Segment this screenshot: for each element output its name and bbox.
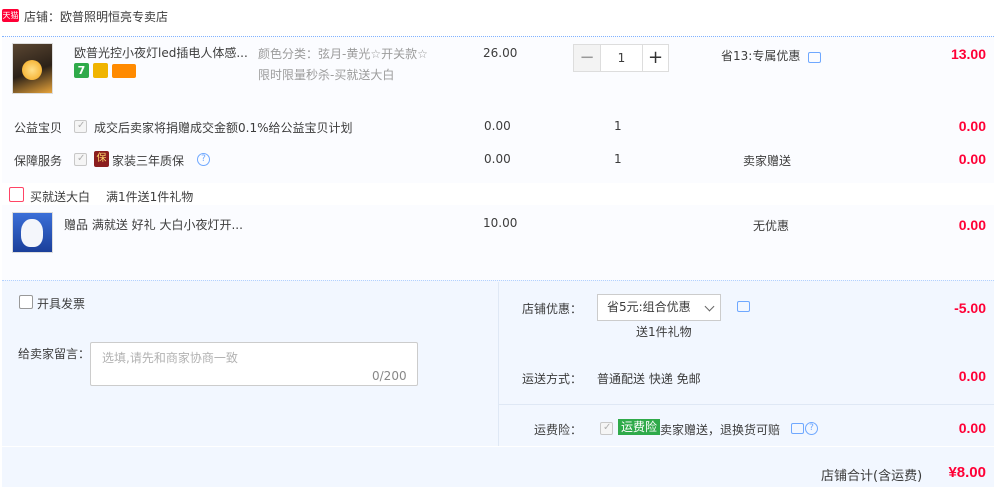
gift-thumbnail-figure xyxy=(21,219,43,247)
sku-line1: 颜色分类：弦月-黄光☆开关款☆ xyxy=(258,47,428,61)
insurance-checkbox xyxy=(600,422,613,435)
guarantee-label: 保障服务 xyxy=(14,154,63,168)
guarantee-qty: 1 xyxy=(614,152,622,166)
shop-discount-value: 省5元:组合优惠 xyxy=(607,300,691,314)
vertical-divider xyxy=(498,282,499,446)
promo-desc: 满1件送1件礼物 xyxy=(106,190,194,204)
shop-discount-label: 店铺优惠： xyxy=(522,302,583,316)
charity-price: 0.00 xyxy=(484,119,511,133)
product-discount: 省13:专属优惠 xyxy=(721,49,801,63)
gift-title[interactable]: 赠品 满就送 好礼 大白小夜灯开... xyxy=(64,216,243,233)
guarantee-desc[interactable]: 家装三年质保 xyxy=(112,152,184,169)
shop-name[interactable]: 店铺：欧普照明恒亮专卖店 xyxy=(24,8,168,25)
help-icon[interactable]: ? xyxy=(197,153,210,166)
qty-minus-button[interactable]: − xyxy=(574,45,600,71)
guarantee-subtotal: 0.00 xyxy=(958,151,986,167)
charity-desc: 成交后卖家将捐赠成交金额0.1%给公益宝贝计划 xyxy=(94,121,353,135)
sku-line2: 限时限量秒杀-买就送大白 xyxy=(258,68,395,82)
charity-subtotal: 0.00 xyxy=(958,118,986,134)
shop-header: 天猫 店铺：欧普照明恒亮专卖店 xyxy=(0,0,999,32)
charity-checkbox xyxy=(74,120,87,133)
shipping-label: 运送方式： xyxy=(522,372,583,386)
qty-input[interactable]: 1 xyxy=(600,45,642,71)
product-title[interactable]: 欧普光控小夜灯led插电人体感... xyxy=(74,44,248,61)
gift-subtotal: 0.00 xyxy=(958,217,986,233)
guarantee-checkbox xyxy=(74,153,87,166)
gift-note: 无优惠 xyxy=(753,219,790,233)
chat-icon-insurance[interactable] xyxy=(791,423,804,434)
shop-discount-select[interactable]: 省5元:组合优惠 xyxy=(597,294,721,321)
shop-total-label: 店铺合计(含运费) xyxy=(821,469,923,484)
charity-qty: 1 xyxy=(614,119,622,133)
invoice-checkbox[interactable] xyxy=(19,295,33,309)
message-placeholder: 选填,请先和商家协商一致 xyxy=(102,351,238,365)
trophy-icon[interactable] xyxy=(93,63,108,78)
shop-discount-sub: 送1件礼物 xyxy=(636,325,692,339)
product-thumbnail-glow xyxy=(22,60,42,80)
product-price: 26.00 xyxy=(483,46,518,60)
chevron-down-icon xyxy=(704,301,715,312)
guarantee-shield-icon: 保 xyxy=(94,151,109,167)
charity-label: 公益宝贝 xyxy=(14,121,63,135)
insurance-badge: 运费险 xyxy=(618,419,661,435)
shipping-value: 普通配送 快递 免邮 xyxy=(597,372,701,386)
insurance-label: 运费险： xyxy=(534,423,583,437)
seven-day-return-icon[interactable]: 7 xyxy=(74,63,89,78)
shipping-amount: 0.00 xyxy=(958,368,986,384)
shop-total-amount: ¥8.00 xyxy=(948,464,986,481)
tmall-icon: 天猫 xyxy=(2,9,19,22)
help-icon-insurance[interactable]: ? xyxy=(805,422,818,435)
invoice-label[interactable]: 开具发票 xyxy=(37,295,85,312)
insurance-desc: 卖家赠送，退换货可赔 xyxy=(660,423,781,437)
quantity-stepper: − 1 + xyxy=(573,44,669,72)
insurance-amount: 0.00 xyxy=(958,420,986,436)
gift-icon xyxy=(9,187,24,202)
promo-title: 买就送大白 xyxy=(30,190,91,204)
credit-card-icon[interactable] xyxy=(112,64,136,78)
shop-discount-amount: -5.00 xyxy=(954,300,986,316)
message-counter: 0/200 xyxy=(372,369,407,383)
product-subtotal: 13.00 xyxy=(950,46,986,62)
guarantee-note: 卖家赠送 xyxy=(743,154,792,168)
gift-price: 10.00 xyxy=(483,216,518,230)
chat-icon[interactable] xyxy=(808,52,821,63)
row-divider xyxy=(498,404,994,405)
chat-icon-discount[interactable] xyxy=(737,301,750,312)
qty-plus-button[interactable]: + xyxy=(642,45,668,71)
guarantee-price: 0.00 xyxy=(484,152,511,166)
